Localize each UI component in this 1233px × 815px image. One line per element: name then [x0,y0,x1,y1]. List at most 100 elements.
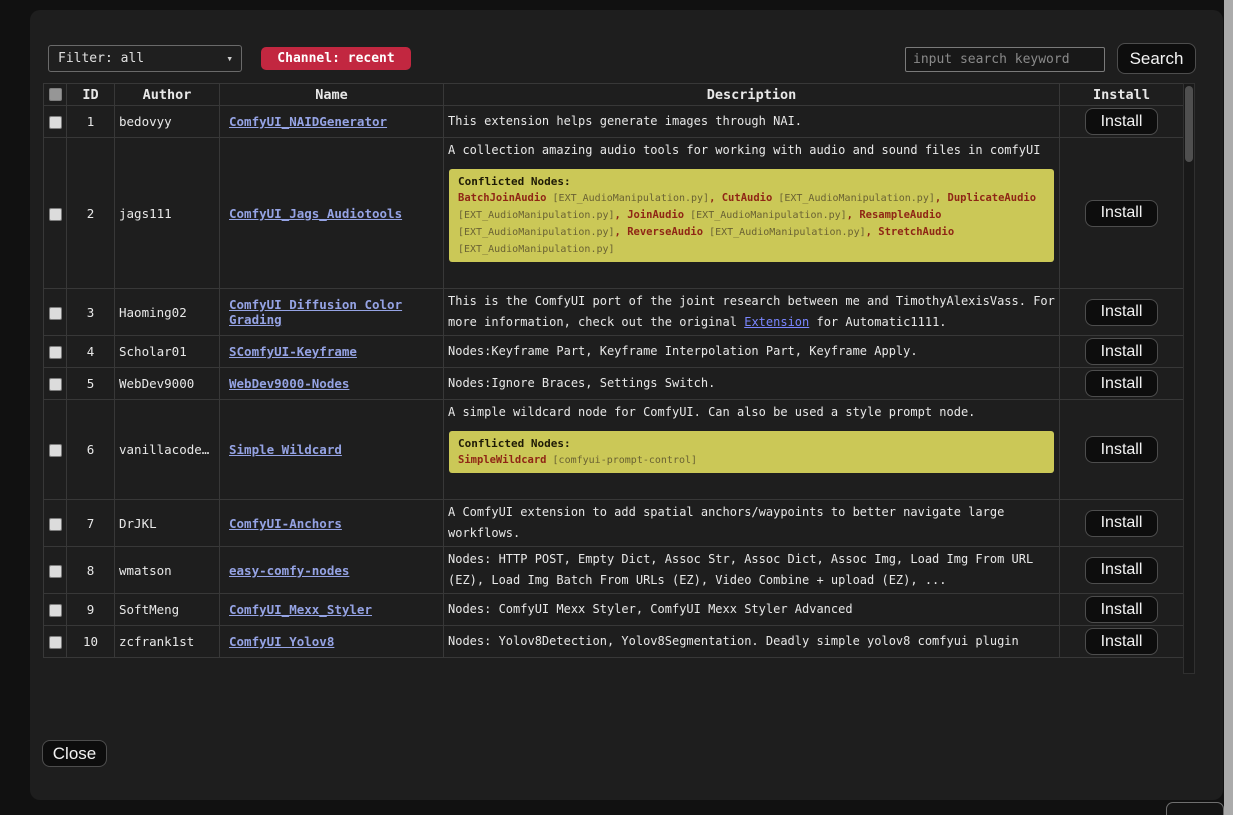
node-description: A collection amazing audio tools for wor… [448,140,1055,161]
node-id: 1 [67,106,115,138]
node-id: 3 [67,289,115,336]
conflict-node-source: [EXT_AudioManipulation.py] [458,244,615,255]
filter-select[interactable]: Filter: all ▾ [48,45,242,72]
close-button[interactable]: Close [42,740,107,767]
filter-select-value: Filter: all [58,51,144,66]
description-text: for Automatic1111. [809,315,946,329]
table-row: 2 jags111 ComfyUI_Jags_Audiotools A coll… [44,138,1184,289]
conflict-separator: , [935,192,948,204]
install-button[interactable]: Install [1085,557,1159,584]
description-text: Nodes:Ignore Braces, Settings Switch. [448,376,715,390]
node-name-link[interactable]: easy-comfy-nodes [229,563,349,578]
row-select-cell [44,336,67,368]
table-scrollbar[interactable] [1183,83,1195,674]
install-custom-nodes-dialog: Filter: all ▾ Channel: recent Search ID … [30,10,1223,800]
column-header-id: ID [67,84,115,106]
install-button[interactable]: Install [1085,436,1159,463]
conflict-node-source: [EXT_AudioManipulation.py] [458,210,615,221]
node-description-cell: A collection amazing audio tools for wor… [444,138,1060,289]
conflict-node-name: SimpleWildcard [458,454,547,466]
node-name-link[interactable]: SComfyUI-Keyframe [229,344,357,359]
select-all-checkbox[interactable] [49,88,62,101]
node-id: 2 [67,138,115,289]
row-checkbox[interactable] [49,378,62,391]
row-checkbox[interactable] [49,518,62,531]
node-id: 10 [67,626,115,658]
description-text: A simple wildcard node for ComfyUI. Can … [448,405,975,419]
node-description-cell: Nodes: Yolov8Detection, Yolov8Segmentati… [444,626,1060,658]
node-description-cell: Nodes: HTTP POST, Empty Dict, Assoc Str,… [444,547,1060,594]
row-checkbox[interactable] [49,636,62,649]
install-button[interactable]: Install [1085,200,1159,227]
node-id: 9 [67,594,115,626]
node-id: 4 [67,336,115,368]
install-button[interactable]: Install [1085,108,1159,135]
table-row: 5 WebDev9000 WebDev9000-Nodes Nodes:Igno… [44,368,1184,400]
install-cell: Install [1060,626,1184,658]
conflict-list: SimpleWildcard [comfyui-prompt-control] [458,451,697,466]
node-name-link[interactable]: ComfyUI-Anchors [229,516,342,531]
node-name-link[interactable]: ComfyUI Yolov8 [229,634,334,649]
node-name-cell: SComfyUI-Keyframe [220,336,444,368]
node-name-link[interactable]: WebDev9000-Nodes [229,376,349,391]
install-cell: Install [1060,368,1184,400]
conflict-node-source: [EXT_AudioManipulation.py] [772,193,935,204]
conflict-separator: , [615,209,628,221]
node-description-cell: This is the ComfyUI port of the joint re… [444,289,1060,336]
nodes-table-container: ID Author Name Description Install 1 bed… [43,83,1183,674]
row-select-cell [44,500,67,547]
page-scrollbar[interactable] [1224,0,1233,815]
table-row: 10 zcfrank1st ComfyUI Yolov8 Nodes: Yolo… [44,626,1184,658]
description-link[interactable]: Extension [744,315,809,329]
conflict-title: Conflicted Nodes: [458,174,1045,189]
install-button[interactable]: Install [1085,370,1159,397]
node-name-link[interactable]: ComfyUI Diffusion Color Grading [229,297,402,327]
conflict-node-name: CutAudio [722,192,773,204]
conflict-warning-box: Conflicted Nodes: SimpleWildcard [comfyu… [449,431,1054,473]
node-id: 7 [67,500,115,547]
install-button[interactable]: Install [1085,596,1159,623]
node-name-link[interactable]: ComfyUI_Mexx_Styler [229,602,372,617]
node-author: vanillacode… [115,400,220,500]
table-row: 9 SoftMeng ComfyUI_Mexx_Styler Nodes: Co… [44,594,1184,626]
node-name-link[interactable]: Simple Wildcard [229,442,342,457]
install-button[interactable]: Install [1085,338,1159,365]
table-scrollbar-thumb[interactable] [1185,86,1193,162]
node-description: Nodes: HTTP POST, Empty Dict, Assoc Str,… [448,549,1055,591]
node-description: A ComfyUI extension to add spatial ancho… [448,502,1055,544]
install-button[interactable]: Install [1085,628,1159,655]
node-id: 6 [67,400,115,500]
row-checkbox[interactable] [49,116,62,129]
node-author: Scholar01 [115,336,220,368]
node-author: SoftMeng [115,594,220,626]
node-name-link[interactable]: ComfyUI_Jags_Audiotools [229,206,402,221]
search-button[interactable]: Search [1117,43,1196,74]
node-name-cell: Simple Wildcard [220,400,444,500]
conflict-title: Conflicted Nodes: [458,436,1045,451]
node-name-link[interactable]: ComfyUI_NAIDGenerator [229,114,387,129]
row-checkbox[interactable] [49,444,62,457]
node-description-cell: Nodes: ComfyUI Mexx Styler, ComfyUI Mexx… [444,594,1060,626]
install-cell: Install [1060,336,1184,368]
description-text: A collection amazing audio tools for wor… [448,143,1040,157]
node-description: Nodes: ComfyUI Mexx Styler, ComfyUI Mexx… [448,599,1055,620]
row-checkbox[interactable] [49,565,62,578]
node-name-cell: ComfyUI_NAIDGenerator [220,106,444,138]
row-select-cell [44,138,67,289]
row-checkbox[interactable] [49,208,62,221]
install-button[interactable]: Install [1085,510,1159,537]
column-header-author: Author [115,84,220,106]
node-author: DrJKL [115,500,220,547]
conflict-node-name: DuplicateAudio [948,192,1037,204]
row-checkbox[interactable] [49,604,62,617]
row-checkbox[interactable] [49,346,62,359]
node-name-cell: ComfyUI Yolov8 [220,626,444,658]
search-input[interactable] [905,47,1105,72]
node-author: wmatson [115,547,220,594]
install-button[interactable]: Install [1085,299,1159,326]
row-checkbox[interactable] [49,307,62,320]
conflict-node-name: ResampleAudio [859,209,941,221]
column-header-install: Install [1060,84,1184,106]
node-description-cell: Nodes:Ignore Braces, Settings Switch. [444,368,1060,400]
node-name-cell: ComfyUI_Mexx_Styler [220,594,444,626]
